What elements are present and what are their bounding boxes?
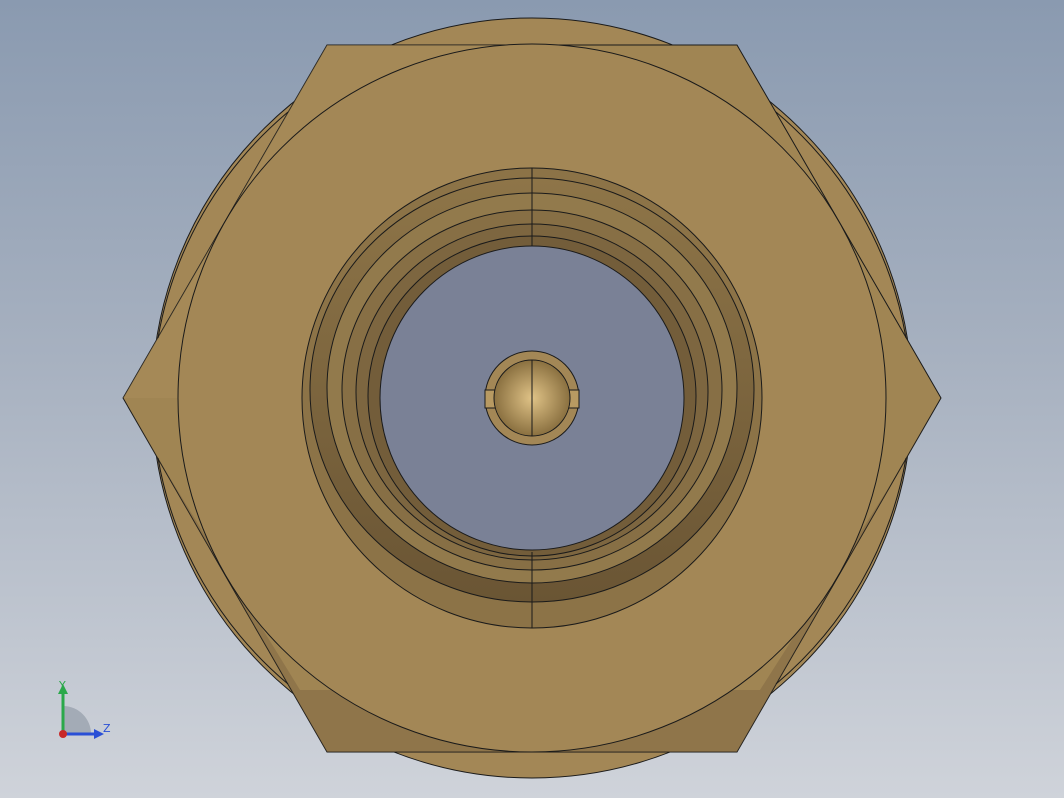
y-axis-label: Y: [58, 679, 66, 692]
x-axis-icon: [59, 730, 67, 738]
connector-model[interactable]: [0, 0, 1064, 798]
triad-plane-icon: [63, 706, 91, 734]
z-axis-label: Z: [103, 722, 111, 735]
orientation-triad[interactable]: Y Z: [48, 676, 120, 746]
graphics-viewport[interactable]: Y Z: [0, 0, 1064, 798]
